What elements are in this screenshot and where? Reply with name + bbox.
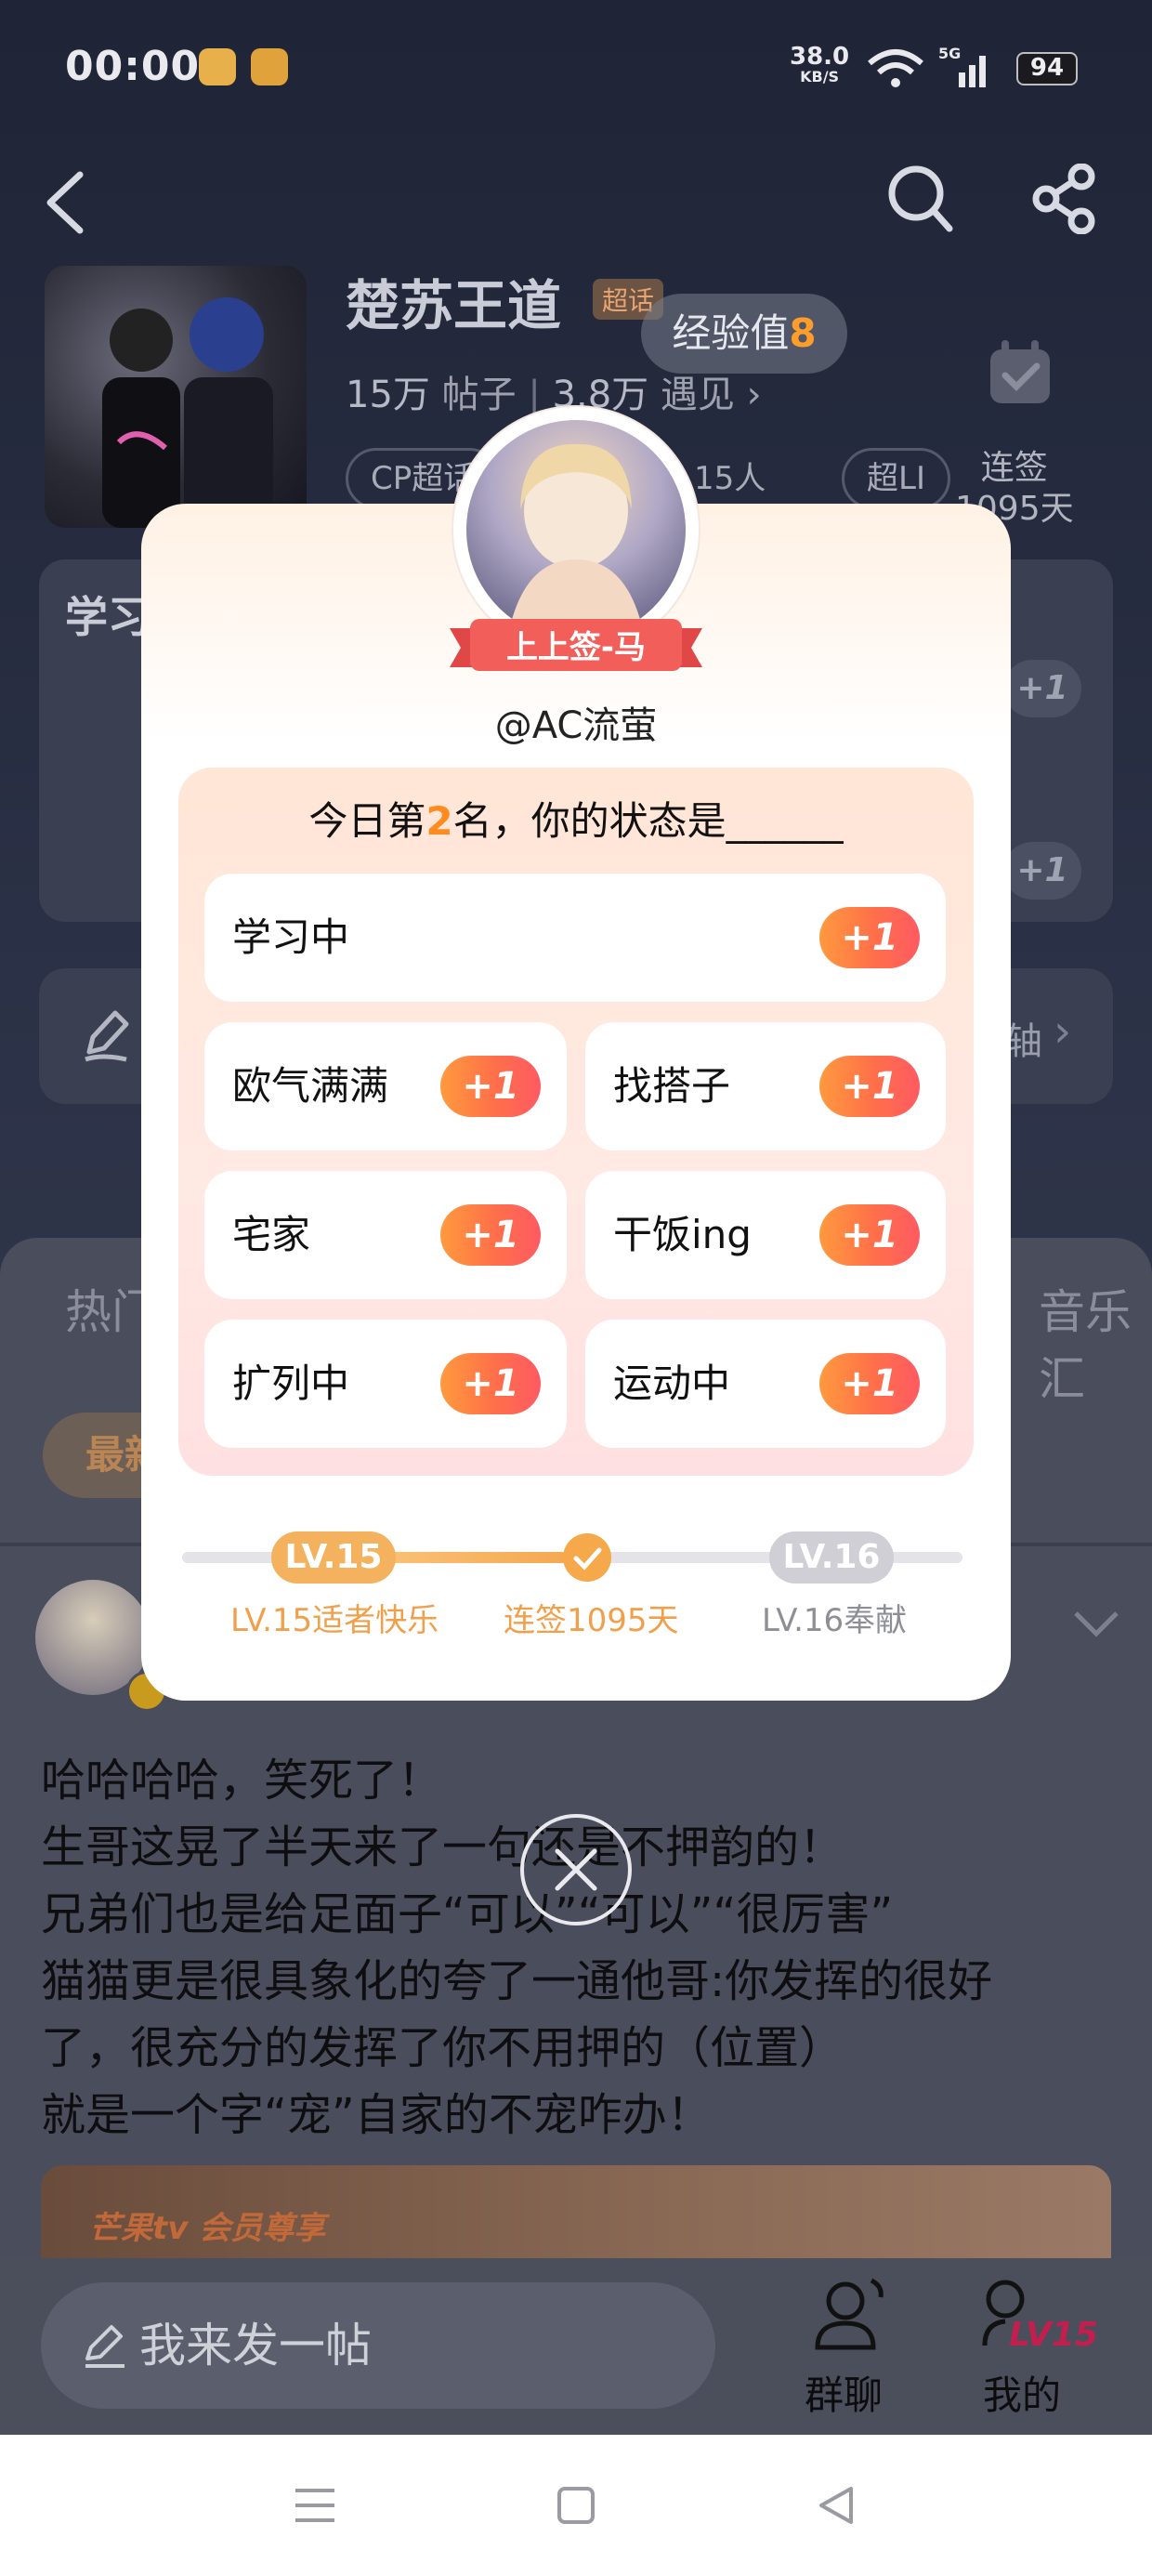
plus-one-button[interactable]: +1 [440, 1204, 541, 1266]
close-icon [555, 1848, 597, 1891]
plus-one-button[interactable]: +1 [819, 1056, 920, 1117]
entry-trailing-text: 轴 [1005, 1020, 1042, 1063]
plus-one-button[interactable]: +1 [819, 907, 920, 968]
status-option-lucky[interactable]: 欧气满满 +1 [204, 1022, 567, 1150]
mine-label[interactable]: 我的 [983, 2364, 1061, 2421]
edit-icon [85, 2325, 124, 2368]
section-title: 学习 [65, 592, 151, 642]
pill-super[interactable]: 超LI [842, 448, 950, 509]
share-icon[interactable] [1029, 164, 1100, 234]
plus-one-button[interactable]: +1 [819, 1353, 920, 1414]
back-icon[interactable] [37, 167, 93, 238]
option-label: 欧气满满 [232, 1063, 389, 1109]
topic-title: 楚苏王道 [346, 274, 562, 337]
plus-one-button[interactable]: +1 [440, 1353, 541, 1414]
banner-watermark: 芒果tv 会员尊享 [89, 2210, 326, 2247]
post-line: 猫猫更是很具象化的夸了一通他哥:你发挥的很好 [41, 1955, 993, 2007]
post-line: 哈哈哈哈，笑死了！ [41, 1755, 443, 1807]
stats-divider: | [528, 374, 541, 416]
net-speed-value: 38.0 [790, 43, 850, 71]
post-line: 兄弟们也是给足面子“可以”“可以”“很厉害” [41, 1888, 894, 1940]
option-label: 扩列中 [232, 1360, 350, 1406]
meet-label[interactable]: 遇见 [661, 374, 735, 416]
video-app-icon [251, 48, 288, 85]
prompt-prefix: 今日第 [308, 798, 426, 844]
post-body[interactable]: 哈哈哈哈，笑死了！ 生哥这晃了半天来了一句还是不押韵的！ 兄弟们也是给足面子“可… [41, 1747, 992, 2149]
prompt-suffix: 名，你的状态是______ [452, 798, 844, 844]
bg-plus-button[interactable]: +1 [1003, 842, 1081, 900]
ribbon-text: 上上签-马 [505, 629, 647, 666]
signal-icon [959, 56, 986, 87]
battery-indicator: 94 [1016, 52, 1078, 85]
level-next-chip: LV.16 [769, 1531, 894, 1584]
group-chat-label[interactable]: 群聊 [805, 2364, 883, 2421]
streak-caption: 连签1095天 [504, 1602, 679, 1639]
net-speed-unit: KB/S [800, 68, 840, 85]
experience-chip: 经验值8 [641, 294, 847, 374]
topic-cover-image[interactable] [45, 266, 307, 528]
level-current-caption: LV.15适者快乐 [230, 1602, 439, 1639]
pen-icon [85, 1010, 129, 1062]
option-label: 干饭ing [613, 1212, 752, 1257]
option-label: 学习中 [232, 914, 350, 960]
posts-label: 帖子 [441, 374, 517, 416]
status-prompt: 今日第2名，你的状态是______ [178, 790, 974, 847]
entry-chevron-icon: › [1054, 1005, 1072, 1058]
option-label: 运动中 [613, 1360, 731, 1406]
menu-icon[interactable] [292, 2483, 338, 2528]
home-icon[interactable] [556, 2485, 596, 2526]
bg-plus-button[interactable]: +1 [1003, 660, 1081, 717]
group-chat-icon[interactable] [805, 2273, 890, 2357]
exp-label: 经验值 [672, 310, 790, 356]
calendar-check-icon[interactable] [983, 336, 1057, 411]
compose-post-input[interactable]: 我来发一帖 [41, 2282, 715, 2409]
user-avatar [466, 420, 686, 639]
wifi-icon [868, 49, 923, 87]
tab-music[interactable]: 音乐汇 [1039, 1275, 1152, 1409]
meet-chevron-icon: › [746, 374, 762, 416]
status-option-eating[interactable]: 干饭ing +1 [585, 1171, 946, 1299]
search-icon[interactable] [886, 162, 955, 236]
mine-level-badge: LV15 [1009, 2316, 1098, 2354]
streak-label: 连签 [980, 449, 1048, 487]
plus-one-button[interactable]: +1 [819, 1204, 920, 1266]
rank-number: 2 [425, 798, 453, 844]
status-option-stay-home[interactable]: 宅家 +1 [204, 1171, 567, 1299]
post-line: 就是一个字“宠”自家的不宠咋办！ [41, 2089, 712, 2141]
back-nav-icon[interactable] [814, 2483, 857, 2528]
level-next-caption: LV.16奉献 [762, 1602, 908, 1639]
status-time: 00:00 [65, 43, 201, 90]
streak-check-icon [563, 1533, 611, 1582]
close-popup-button[interactable] [520, 1814, 632, 1925]
chevron-down-icon[interactable] [1068, 1604, 1124, 1641]
exp-value: 8 [789, 310, 817, 356]
popup-username: @AC流萤 [494, 704, 658, 747]
post-line: 生哥这晃了半天来了一句还是不押韵的！ [41, 1821, 844, 1873]
status-option-find-partner[interactable]: 找搭子 +1 [585, 1022, 946, 1150]
option-label: 找搭子 [613, 1063, 731, 1109]
status-option-studying[interactable]: 学习中 +1 [204, 874, 946, 1002]
status-option-exercising[interactable]: 运动中 +1 [585, 1320, 946, 1448]
status-option-make-friends[interactable]: 扩列中 +1 [204, 1320, 567, 1448]
plus-one-button[interactable]: +1 [440, 1056, 541, 1117]
net-speed: 38.0 KB/S [790, 45, 849, 85]
option-label: 宅家 [232, 1212, 311, 1257]
level-current-chip: LV.15 [271, 1531, 396, 1584]
weibo-app-icon [199, 48, 236, 85]
posts-count: 15万 [346, 374, 430, 416]
post-line: 了，很充分的发挥了你不用押的（位置） [41, 2022, 844, 2074]
